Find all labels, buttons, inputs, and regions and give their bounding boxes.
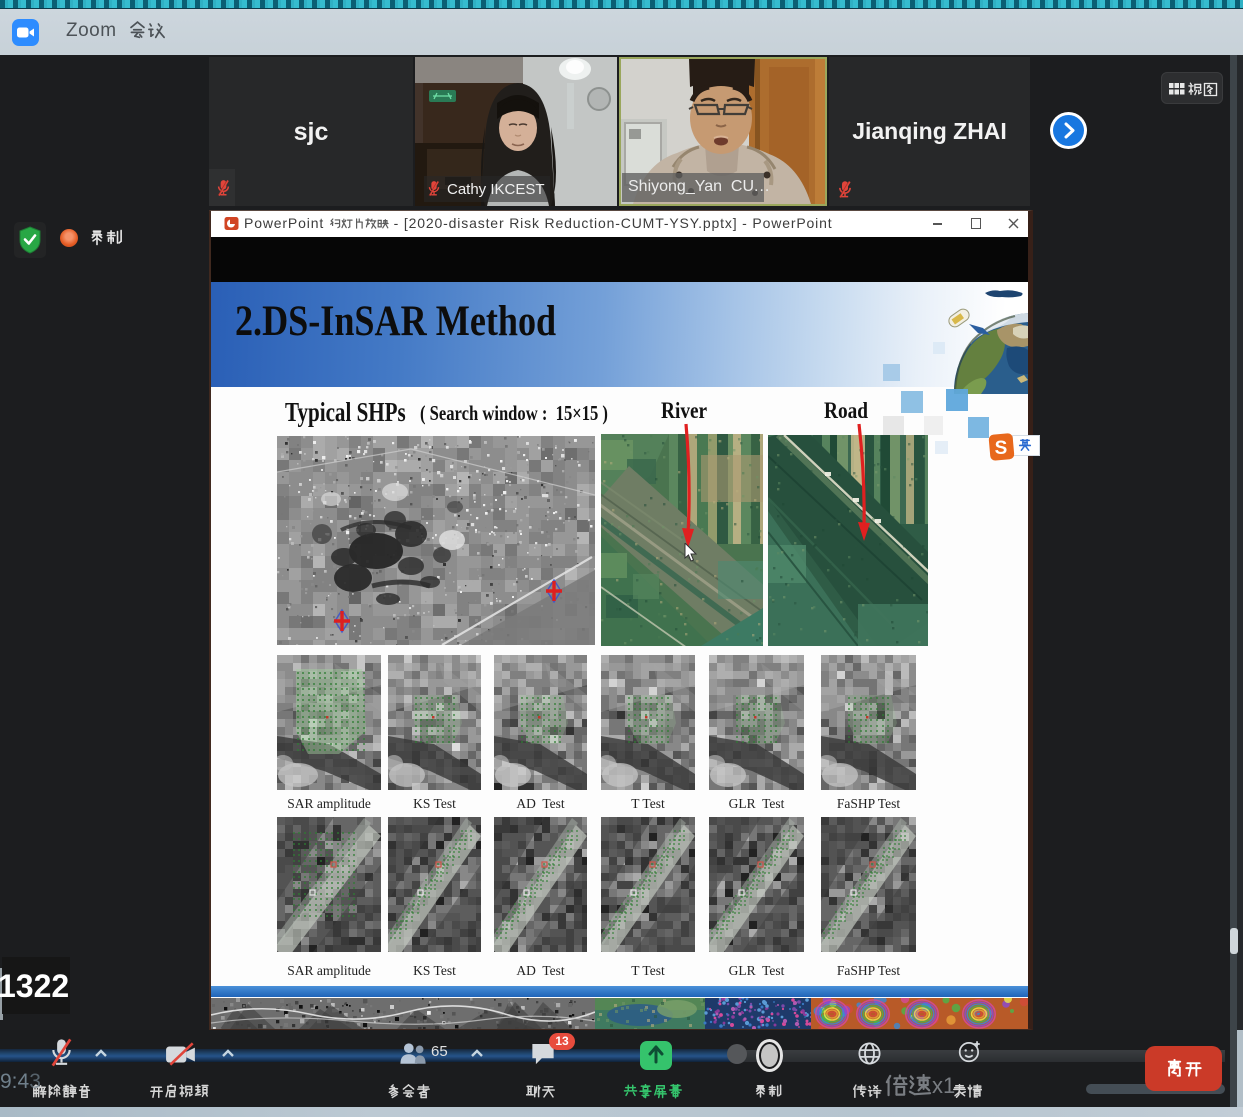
svg-text:S: S [995,438,1008,459]
